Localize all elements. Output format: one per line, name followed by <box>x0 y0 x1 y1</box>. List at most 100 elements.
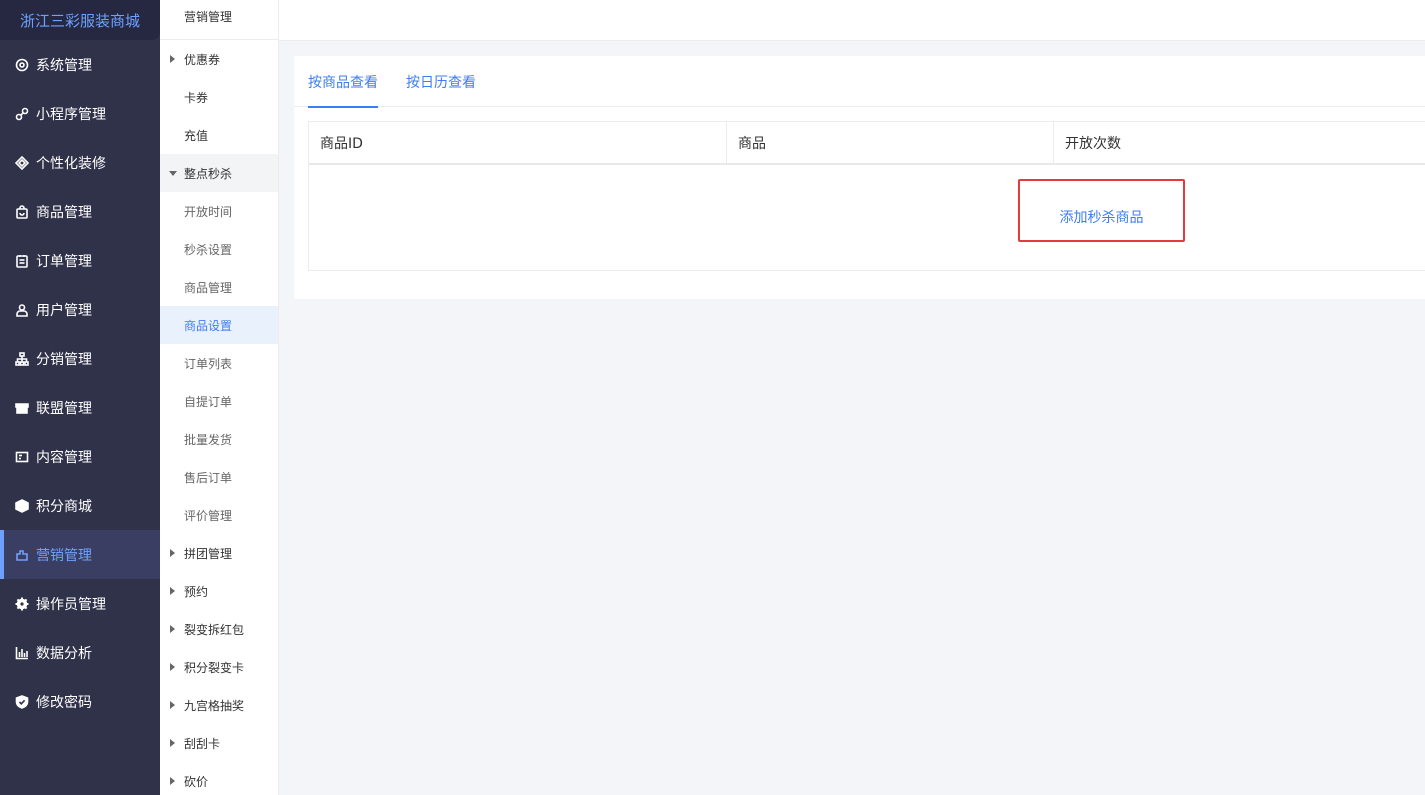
submenu-label: 秒杀设置 <box>184 242 233 257</box>
submenu-label: 订单列表 <box>184 356 233 371</box>
column-header-product: 商品 <box>727 122 1054 163</box>
nav-item-distribution[interactable]: 分销管理 <box>0 334 160 383</box>
product-bag-icon <box>14 204 30 220</box>
store-icon <box>14 400 30 416</box>
nav-label: 分销管理 <box>36 351 92 368</box>
nav-label: 个性化装修 <box>36 155 106 172</box>
nav-item-mini-program[interactable]: 小程序管理 <box>0 89 160 138</box>
nav-item-products[interactable]: 商品管理 <box>0 187 160 236</box>
submenu-label: 批量发货 <box>184 432 233 447</box>
nav-item-marketing[interactable]: 营销管理 <box>0 530 160 579</box>
nav-item-system[interactable]: 系统管理 <box>0 40 160 89</box>
submenu-label: 充值 <box>184 128 209 143</box>
settings-icon <box>14 57 30 73</box>
submenu-group-reservation[interactable]: 预约 <box>160 572 278 610</box>
view-tabs: 按商品查看 按日历查看 <box>294 56 1425 108</box>
submenu-label: 商品设置 <box>184 318 233 333</box>
marketing-icon <box>14 547 30 563</box>
main-sidebar: 浙江三彩服装商城 系统管理 小程序管理 个性化装修 商品管理 订单管理 用户管理… <box>0 0 160 795</box>
submenu-group-flash-sale[interactable]: 整点秒杀 <box>160 154 278 192</box>
nav-label: 商品管理 <box>36 204 92 221</box>
submenu-item-open-time[interactable]: 开放时间 <box>160 192 278 230</box>
submenu-item-recharge[interactable]: 充值 <box>160 116 278 154</box>
nav-item-points-mall[interactable]: 积分商城 <box>0 481 160 530</box>
submenu-label: 砍价 <box>184 774 209 789</box>
column-header-product-id: 商品ID <box>309 122 727 163</box>
nav-item-users[interactable]: 用户管理 <box>0 285 160 334</box>
submenu-group-coupons[interactable]: 优惠券 <box>160 40 278 78</box>
nav-label: 联盟管理 <box>36 400 92 417</box>
tab-by-calendar[interactable]: 按日历查看 <box>406 72 476 92</box>
content-card: 按商品查看 按日历查看 商品ID 商品 开放次数 <box>294 56 1425 299</box>
caret-right-icon <box>170 625 175 633</box>
submenu-title: 营销管理 <box>160 0 278 40</box>
flash-sale-products-table: 商品ID 商品 开放次数 <box>308 121 1425 271</box>
submenu-label: 自提订单 <box>184 394 233 409</box>
caret-right-icon <box>170 777 175 785</box>
submenu-item-product-settings[interactable]: 商品设置 <box>160 306 278 344</box>
nav-label: 内容管理 <box>36 449 92 466</box>
nav-item-orders[interactable]: 订单管理 <box>0 236 160 285</box>
nav-label: 订单管理 <box>36 253 92 270</box>
nav-label: 操作员管理 <box>36 596 106 613</box>
decoration-icon <box>14 155 30 171</box>
order-icon <box>14 253 30 269</box>
submenu-group-bargain[interactable]: 砍价 <box>160 762 278 795</box>
top-bar <box>279 0 1425 41</box>
submenu-item-pickup-orders[interactable]: 自提订单 <box>160 382 278 420</box>
submenu-label: 拼团管理 <box>184 546 233 561</box>
user-icon <box>14 302 30 318</box>
gear-icon <box>14 596 30 612</box>
submenu-group-red-packet[interactable]: 裂变拆红包 <box>160 610 278 648</box>
caret-right-icon <box>170 739 175 747</box>
submenu-group-lucky-grid[interactable]: 九宫格抽奖 <box>160 686 278 724</box>
nav-label: 修改密码 <box>36 694 92 711</box>
nav-item-operators[interactable]: 操作员管理 <box>0 579 160 628</box>
cube-icon <box>14 498 30 514</box>
submenu-label: 开放时间 <box>184 204 233 219</box>
caret-down-icon <box>169 171 177 176</box>
submenu-label: 优惠券 <box>184 52 221 67</box>
submenu-label: 售后订单 <box>184 470 233 485</box>
shield-icon <box>14 694 30 710</box>
nav-label: 系统管理 <box>36 57 92 74</box>
nav-item-content[interactable]: 内容管理 <box>0 432 160 481</box>
nav-item-change-password[interactable]: 修改密码 <box>0 677 160 726</box>
submenu-item-after-sales[interactable]: 售后订单 <box>160 458 278 496</box>
caret-right-icon <box>170 587 175 595</box>
submenu-item-reviews[interactable]: 评价管理 <box>160 496 278 534</box>
caret-right-icon <box>170 663 175 671</box>
nav-item-analytics[interactable]: 数据分析 <box>0 628 160 677</box>
submenu-item-batch-shipping[interactable]: 批量发货 <box>160 420 278 458</box>
submenu-group-group-buy[interactable]: 拼团管理 <box>160 534 278 572</box>
nav-label: 用户管理 <box>36 302 92 319</box>
submenu-item-card-coupons[interactable]: 卡券 <box>160 78 278 116</box>
column-header-open-count: 开放次数 <box>1065 135 1121 152</box>
submenu-label: 九宫格抽奖 <box>184 698 245 713</box>
submenu-item-order-list[interactable]: 订单列表 <box>160 344 278 382</box>
submenu-label: 裂变拆红包 <box>184 622 245 637</box>
distribution-icon <box>14 351 30 367</box>
submenu-item-product-management[interactable]: 商品管理 <box>160 268 278 306</box>
submenu-item-flash-settings[interactable]: 秒杀设置 <box>160 230 278 268</box>
nav-label: 积分商城 <box>36 498 92 515</box>
add-flash-sale-product-link[interactable]: 添加秒杀商品 <box>1060 207 1144 227</box>
submenu-label: 卡券 <box>184 90 209 105</box>
submenu-label: 预约 <box>184 584 209 599</box>
caret-right-icon <box>170 701 175 709</box>
submenu-label: 整点秒杀 <box>184 166 233 181</box>
brand-title: 浙江三彩服装商城 <box>0 0 160 40</box>
bar-chart-icon <box>14 645 30 661</box>
tab-by-product[interactable]: 按商品查看 <box>308 72 378 108</box>
content-icon <box>14 449 30 465</box>
nav-label: 数据分析 <box>36 645 92 662</box>
submenu-label: 商品管理 <box>184 280 233 295</box>
caret-right-icon <box>170 549 175 557</box>
nav-item-decoration[interactable]: 个性化装修 <box>0 138 160 187</box>
submenu-label: 积分裂变卡 <box>184 660 245 675</box>
submenu-group-scratch-card[interactable]: 刮刮卡 <box>160 724 278 762</box>
submenu-group-points-fission[interactable]: 积分裂变卡 <box>160 648 278 686</box>
nav-item-alliance[interactable]: 联盟管理 <box>0 383 160 432</box>
nav-label: 小程序管理 <box>36 106 106 123</box>
nav-label: 营销管理 <box>36 547 92 564</box>
